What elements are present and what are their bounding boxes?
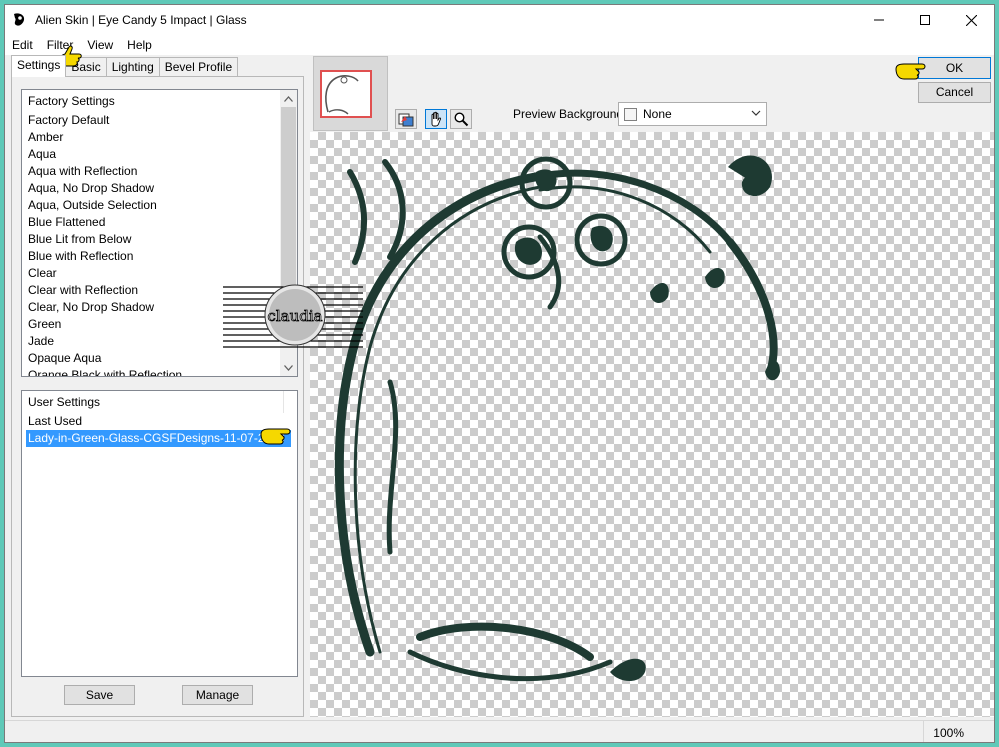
- settings-panel: Factory Settings Factory Default Amber A…: [11, 76, 304, 717]
- list-item[interactable]: Last Used: [22, 413, 297, 430]
- preview-background-value: None: [643, 107, 672, 121]
- tab-bevel-profile[interactable]: Bevel Profile: [158, 57, 239, 77]
- status-separator: [923, 721, 924, 742]
- list-item[interactable]: Blue Lit from Below: [22, 231, 297, 248]
- minimize-icon: [874, 19, 884, 21]
- manage-button[interactable]: Manage: [182, 685, 253, 705]
- close-icon: [965, 14, 977, 26]
- user-settings-list[interactable]: User Settings Last Used Lady-in-Green-Gl…: [21, 390, 298, 677]
- list-item[interactable]: Opaque Aqua: [22, 350, 297, 367]
- list-item[interactable]: Aqua, No Drop Shadow: [22, 180, 297, 197]
- list-item[interactable]: Aqua, Outside Selection: [22, 197, 297, 214]
- navigator-thumbnail[interactable]: [313, 56, 388, 131]
- factory-settings-header: Factory Settings: [28, 94, 115, 108]
- save-button[interactable]: Save: [64, 685, 135, 705]
- list-item[interactable]: Blue Flattened: [22, 214, 297, 231]
- close-button[interactable]: [948, 5, 994, 35]
- list-item[interactable]: Factory Default: [22, 112, 297, 129]
- list-item[interactable]: Aqua: [22, 146, 297, 163]
- eye-candy-window: Alien Skin | Eye Candy 5 Impact | Glass …: [4, 4, 995, 743]
- menu-bar: Edit Filter View Help: [5, 35, 994, 55]
- window-title: Alien Skin | Eye Candy 5 Impact | Glass: [35, 13, 247, 27]
- preview-canvas[interactable]: [310, 132, 994, 717]
- hand-icon: [431, 111, 442, 127]
- menu-edit[interactable]: Edit: [5, 35, 40, 55]
- alien-skin-app-icon: [14, 13, 25, 26]
- tab-lighting[interactable]: Lighting: [105, 57, 160, 77]
- list-item[interactable]: Blue with Reflection: [22, 248, 297, 265]
- zoom-level: 100%: [933, 726, 964, 740]
- pointer-hand-icon: [895, 63, 926, 80]
- glass-ornament-preview: [334, 155, 780, 682]
- status-bar: 100%: [5, 720, 994, 742]
- navigator-viewport[interactable]: [320, 70, 372, 118]
- watermark-graphic: claudia: [223, 284, 363, 348]
- minimize-button[interactable]: [856, 5, 902, 35]
- before-after-icon: [398, 113, 414, 127]
- claudia-watermark: claudia: [223, 281, 363, 351]
- chevron-up-icon: [284, 95, 293, 102]
- window-controls: [856, 5, 994, 35]
- maximize-icon: [920, 15, 930, 25]
- settings-tabs: Settings Basic Lighting Bevel Profile: [11, 55, 239, 77]
- menu-view[interactable]: View: [80, 35, 120, 55]
- list-item[interactable]: Clear: [22, 265, 297, 282]
- list-item[interactable]: Orange Black with Reflection: [22, 367, 297, 376]
- scroll-down-button[interactable]: [280, 359, 297, 376]
- list-item-selected[interactable]: Lady-in-Green-Glass-CGSFDesigns-11-07-20…: [26, 430, 291, 447]
- menu-help[interactable]: Help: [120, 35, 159, 55]
- list-item[interactable]: Aqua with Reflection: [22, 163, 297, 180]
- cancel-button[interactable]: Cancel: [918, 82, 991, 103]
- pan-tool-button[interactable]: [425, 109, 447, 129]
- scroll-up-button[interactable]: [280, 90, 297, 107]
- preview-toggle-button[interactable]: [395, 109, 417, 129]
- maximize-button[interactable]: [902, 5, 948, 35]
- zoom-tool-button[interactable]: [450, 109, 472, 129]
- preview-background-select[interactable]: None: [618, 102, 767, 126]
- magnifier-icon: [454, 112, 469, 127]
- scroll-thumb[interactable]: [281, 107, 296, 297]
- list-item[interactable]: Amber: [22, 129, 297, 146]
- thumbnail-preview-image: [325, 75, 359, 115]
- tab-settings[interactable]: Settings: [11, 55, 67, 77]
- preview-background-label: Preview Background:: [513, 107, 627, 121]
- watermark-text: claudia: [267, 307, 322, 325]
- chevron-down-icon: [284, 364, 293, 371]
- title-bar: Alien Skin | Eye Candy 5 Impact | Glass: [5, 5, 994, 35]
- chevron-down-icon: [751, 110, 761, 116]
- pointer-hand-icon: [260, 428, 291, 445]
- background-swatch: [624, 107, 637, 121]
- user-settings-header: User Settings: [22, 391, 284, 413]
